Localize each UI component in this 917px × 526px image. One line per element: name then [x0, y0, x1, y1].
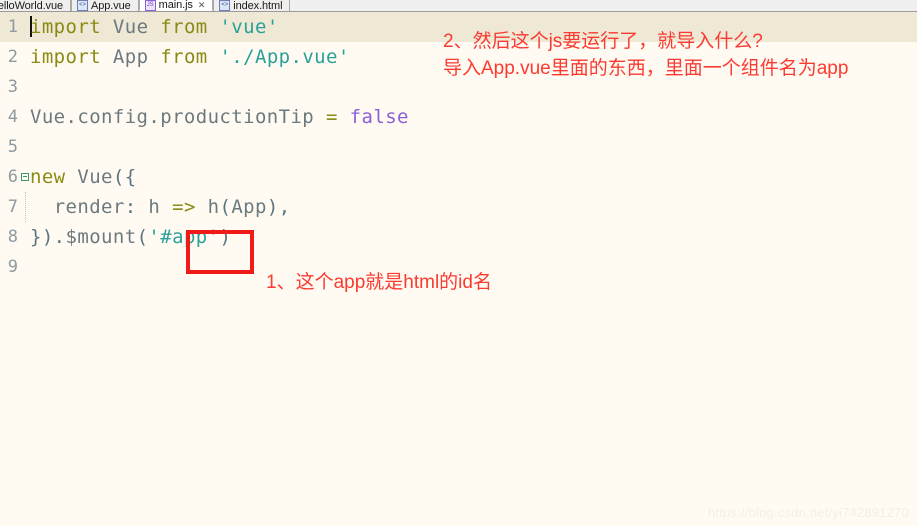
code-token: Vue.config.productionTip [30, 106, 315, 128]
line-number: 4 [7, 107, 18, 127]
line-number: 1 [7, 17, 18, 37]
code-fold-icon[interactable] [20, 168, 30, 186]
line-number: 8 [7, 227, 18, 247]
code-text: Vue.config.productionTip = false [30, 106, 917, 128]
annotation-import-explanation: 2、然后这个js要运行了，就导入什么? 导入App.vue里面的东西，里面一个组… [443, 31, 849, 79]
code-token: ' [207, 226, 220, 248]
code-line[interactable]: 4 Vue.config.productionTip = false [0, 102, 917, 132]
code-text: }).$mount('#app') [30, 226, 917, 248]
code-token: false [349, 106, 409, 128]
code-token: new [30, 166, 66, 188]
code-token: './App.vue' [219, 46, 350, 68]
tab-label: main.js [158, 0, 193, 11]
code-token: ({ [112, 166, 137, 188]
html-file-icon: <> [219, 0, 231, 11]
code-token: ( [219, 196, 232, 218]
code-token: Vue [112, 16, 149, 38]
code-token: 'vue' [219, 16, 279, 38]
code-line[interactable]: 5 [0, 132, 917, 162]
line-number: 7 [7, 197, 18, 217]
code-text: new Vue({ [30, 166, 917, 188]
code-token: ), [266, 196, 291, 218]
tab-main-js[interactable]: JS main.js ✕ [138, 0, 214, 11]
code-token: : [124, 196, 149, 218]
code-token: #app [160, 226, 208, 248]
code-token: render [53, 196, 125, 218]
tab-label: HelloWorld.vue [0, 0, 63, 12]
annotation-app-id-explanation: 1、这个app就是html的id名 [266, 272, 492, 293]
line-number: 5 [7, 137, 18, 157]
line-number: 6 [7, 167, 18, 187]
code-token: App [231, 196, 267, 218]
vue-file-icon: <> [77, 0, 88, 11]
code-line[interactable]: 7 render: h => h(App), [0, 192, 917, 222]
blog-watermark: https://blog.csdn.net/yi742891270 [707, 505, 909, 520]
tab-helloworld-vue[interactable]: <>HelloWorld.vue [0, 0, 71, 11]
code-token: $mount [65, 226, 137, 248]
line-number: 2 [7, 47, 18, 67]
code-line[interactable]: 8}).$mount('#app') [0, 222, 917, 252]
code-token: ( [136, 226, 149, 248]
tab-index-html[interactable]: <> index.html [213, 0, 291, 12]
code-token: Vue [77, 166, 113, 188]
code-token: }). [30, 226, 66, 248]
code-token: from [160, 46, 208, 68]
collapse-minus-icon[interactable] [21, 172, 29, 181]
code-text: render: h => h(App), [30, 196, 917, 218]
code-token: => [172, 196, 196, 218]
tab-label: App.vue [91, 0, 131, 12]
tab-app-vue[interactable]: <> App.vue [71, 0, 139, 11]
line-number: 3 [7, 77, 18, 97]
js-file-icon: JS [144, 0, 156, 11]
tab-close-icon[interactable]: ✕ [198, 0, 206, 10]
editor-tab-bar: <>HelloWorld.vue<>App.vueJSmain.js✕<>ind… [0, 0, 917, 12]
code-token: from [160, 16, 208, 38]
tab-label: index.html [233, 0, 283, 12]
code-token: App [112, 46, 149, 68]
code-token: import [30, 46, 102, 68]
code-token: import [30, 16, 102, 38]
code-line[interactable]: 6 new Vue({ [0, 162, 917, 192]
code-token: ' [148, 226, 161, 248]
code-token: h [207, 196, 220, 218]
code-token: h [148, 196, 161, 218]
line-number: 9 [7, 257, 18, 277]
code-token: = [325, 106, 338, 128]
code-token: ) [219, 226, 232, 248]
